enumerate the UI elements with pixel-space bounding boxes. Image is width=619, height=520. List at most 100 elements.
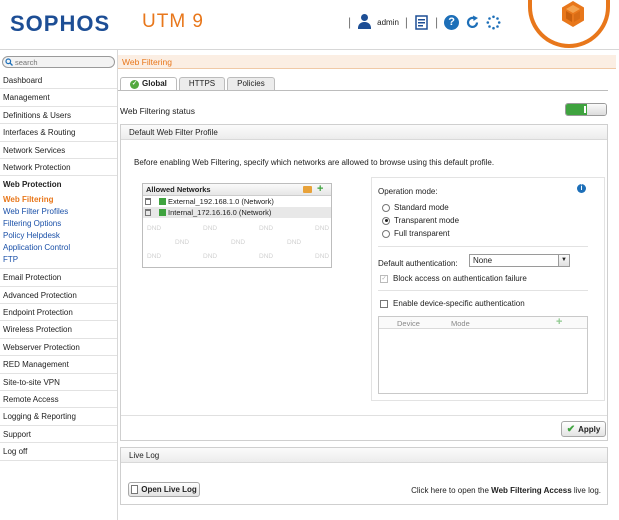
sidebar-item-web-protection[interactable]: Web Protection: [0, 176, 117, 194]
sidebar-item-log-off[interactable]: Log off: [0, 443, 117, 461]
block-on-auth-failure-checkbox[interactable]: ✓: [380, 274, 388, 283]
profile-options-column: i Operation mode: Standard mode Transpar…: [371, 177, 605, 401]
radio-label: Full transparent: [394, 229, 450, 238]
sidebar-subitem-ftp[interactable]: FTP: [3, 254, 117, 266]
column-header-mode: Mode: [451, 319, 470, 328]
search-input[interactable]: [2, 56, 115, 68]
sidebar-item-dashboard[interactable]: Dashboard: [0, 72, 117, 90]
column-header-device: Device: [397, 319, 420, 328]
current-user-name[interactable]: admin: [377, 18, 399, 27]
device-specific-auth-checkbox[interactable]: [380, 299, 388, 308]
dnd-watermark: DND: [175, 239, 190, 246]
panel-title: Live Log: [121, 448, 607, 463]
toggle-knob[interactable]: [587, 104, 606, 115]
sidebar-item-interfaces-routing[interactable]: Interfaces & Routing: [0, 124, 117, 142]
sidebar-item-network-protection[interactable]: Network Protection: [0, 158, 117, 177]
radio-label: Transparent mode: [394, 216, 460, 225]
panel-footer-divider: [121, 415, 607, 416]
tab-bar: ✓ Global HTTPS Policies: [120, 77, 275, 90]
select-value: None: [473, 256, 493, 265]
sidebar-divider: [117, 50, 118, 520]
checkbox-label: Block access on authentication failure: [393, 274, 527, 283]
radio-standard-mode[interactable]: Standard mode: [382, 203, 449, 212]
drag-drop-area[interactable]: DND DND DND DND DND DND DND DND DND DND …: [143, 222, 331, 267]
sidebar-subitem-policy-helpdesk[interactable]: Policy Helpdesk: [3, 230, 117, 242]
sidebar-subitem-web-filter-profiles[interactable]: Web Filter Profiles: [3, 206, 117, 218]
default-authentication-select[interactable]: None ▼: [469, 254, 570, 267]
clipboard-icon[interactable]: [414, 14, 429, 30]
web-filtering-status-toggle[interactable]: [565, 103, 607, 116]
button-label: Open Live Log: [141, 485, 197, 494]
radio-full-transparent[interactable]: Full transparent: [382, 229, 450, 238]
sidebar-item-email-protection[interactable]: Email Protection: [0, 269, 117, 287]
sidebar-item-management[interactable]: Management: [0, 89, 117, 107]
trash-icon[interactable]: [145, 198, 151, 205]
dnd-watermark: DND: [259, 253, 274, 260]
allowed-networks-title: Allowed Networks: [146, 185, 211, 194]
sophos-badge: [528, 0, 610, 48]
network-object-icon: [159, 198, 166, 205]
tab-policies[interactable]: Policies: [227, 77, 275, 90]
apply-button[interactable]: ✔ Apply: [561, 421, 606, 437]
sidebar-item-definitions-users[interactable]: Definitions & Users: [0, 106, 117, 125]
tab-https[interactable]: HTTPS: [178, 77, 226, 90]
sidebar-item-support[interactable]: Support: [0, 425, 117, 444]
radio-transparent-mode[interactable]: Transparent mode: [382, 216, 459, 225]
options-divider: [378, 246, 588, 247]
radio-button[interactable]: [382, 216, 390, 225]
dnd-watermark: DND: [203, 225, 218, 232]
chevron-down-icon[interactable]: ▼: [558, 255, 569, 266]
panel-title: Default Web Filter Profile: [121, 125, 607, 140]
sidebar-item-advanced-protection[interactable]: Advanced Protection: [0, 286, 117, 305]
radio-button[interactable]: [382, 203, 390, 212]
options-divider: [378, 290, 588, 291]
trash-icon[interactable]: [145, 209, 151, 216]
sidebar-item-logging-reporting[interactable]: Logging & Reporting: [0, 408, 117, 426]
dnd-watermark: DND: [231, 239, 246, 246]
sidebar-item-site-to-site-vpn[interactable]: Site-to-site VPN: [0, 373, 117, 392]
header-toolbar: | admin | | ?: [348, 14, 501, 30]
live-log-hint: Click here to open the Web Filtering Acc…: [411, 486, 601, 495]
add-network-icon[interactable]: +: [317, 184, 323, 195]
dnd-watermark: DND: [315, 225, 330, 232]
sidebar-item-red-management[interactable]: RED Management: [0, 356, 117, 374]
tab-label: Global: [142, 79, 167, 88]
info-icon[interactable]: i: [577, 184, 586, 193]
sidebar-item-wireless-protection[interactable]: Wireless Protection: [0, 321, 117, 339]
allowed-networks-box[interactable]: Allowed Networks + External_192.168.1.0 …: [142, 183, 332, 268]
user-icon[interactable]: [357, 14, 372, 30]
open-live-log-button[interactable]: Open Live Log: [128, 482, 200, 497]
sidebar-item-endpoint-protection[interactable]: Endpoint Protection: [0, 304, 117, 322]
dnd-watermark: DND: [315, 253, 330, 260]
help-icon[interactable]: ?: [444, 14, 460, 30]
folder-icon[interactable]: [303, 186, 312, 193]
device-table: Device Mode +: [378, 316, 588, 394]
page-title: Web Filtering: [122, 57, 172, 67]
app-header: SOPHOS UTM 9 | admin | | ?: [0, 0, 619, 50]
toolbar-separator: |: [348, 15, 352, 29]
live-log-panel: Live Log Open Live Log Click here to ope…: [120, 447, 608, 505]
sidebar-item-remote-access[interactable]: Remote Access: [0, 391, 117, 409]
activity-spinner-icon: [486, 15, 501, 29]
document-icon: [131, 485, 139, 494]
dnd-watermark: DND: [259, 225, 274, 232]
sidebar-subitem-application-control[interactable]: Application Control: [3, 242, 117, 254]
network-name: Internal_172.16.16.0 (Network): [168, 208, 272, 217]
sidebar-item-webserver-protection[interactable]: Webserver Protection: [0, 338, 117, 357]
refresh-icon[interactable]: [465, 15, 480, 30]
tab-global[interactable]: ✓ Global: [120, 77, 177, 90]
sidebar-subitem-web-filtering[interactable]: Web Filtering: [3, 194, 117, 206]
dnd-watermark: DND: [287, 239, 302, 246]
device-specific-auth-option: Enable device-specific authentication: [380, 299, 525, 308]
check-circle-icon: ✓: [130, 79, 139, 89]
tab-label: HTTPS: [188, 79, 216, 88]
network-object-icon: [159, 209, 166, 216]
tab-label: Policies: [237, 79, 265, 88]
breadcrumb: Web Filtering: [118, 55, 616, 69]
checkbox-label: Enable device-specific authentication: [393, 299, 525, 308]
radio-button[interactable]: [382, 229, 390, 238]
sidebar-subitem-filtering-options[interactable]: Filtering Options: [3, 218, 117, 230]
network-row: Internal_172.16.16.0 (Network): [143, 207, 331, 218]
apply-label: Apply: [578, 424, 601, 434]
sidebar-item-network-services[interactable]: Network Services: [0, 141, 117, 159]
